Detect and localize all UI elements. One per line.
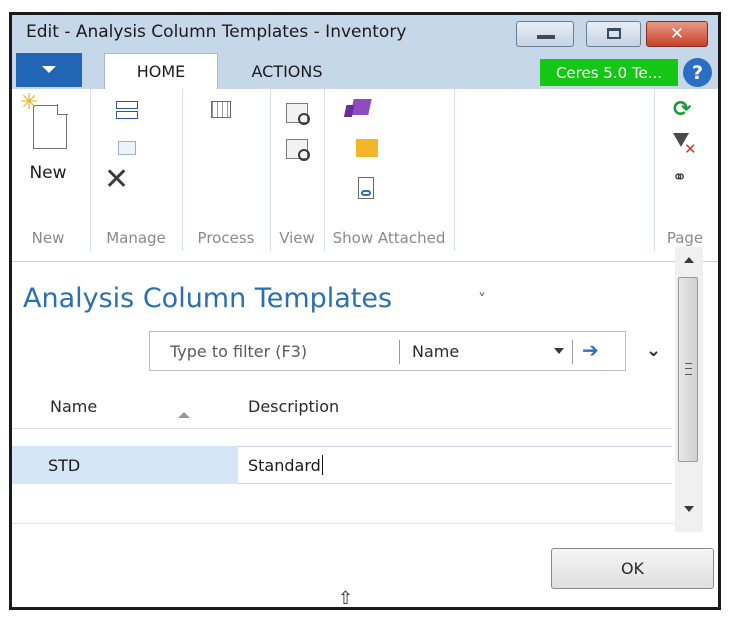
sort-ascending-icon (178, 412, 190, 418)
note-icon[interactable] (356, 139, 378, 157)
group-divider (654, 89, 655, 251)
cell-description[interactable]: Standard (238, 446, 672, 484)
view-icon[interactable] (286, 103, 310, 125)
expand-filter-icon[interactable]: ⌄ (646, 340, 661, 361)
refresh-icon[interactable]: ⟳ (673, 99, 691, 121)
new-star-icon: ✳ (20, 90, 39, 115)
process-grid-icon[interactable] (211, 101, 231, 118)
close-icon: ✕ (669, 24, 685, 44)
ok-button[interactable]: OK (551, 548, 714, 589)
column-header-name[interactable]: Name (50, 397, 97, 416)
edit-list-icon[interactable] (116, 101, 138, 109)
ribbon-group-manage: ✕ Manage (92, 89, 180, 261)
filter-divider (572, 340, 573, 364)
minimize-button[interactable] (516, 21, 574, 47)
cell-name[interactable]: STD (12, 446, 238, 484)
app-menu-button[interactable] (16, 53, 82, 87)
title-dropdown-icon[interactable]: ˅ (478, 290, 486, 309)
filter-bar: Name ➔ (149, 331, 626, 371)
ribbon-group-show-attached: Show Attached (326, 89, 452, 261)
tab-actions[interactable]: ACTIONS (232, 53, 342, 89)
help-icon[interactable]: ? (683, 58, 712, 87)
group-divider (182, 89, 183, 251)
grip-icon (685, 363, 692, 375)
ribbon-group-new: ✳ New New (16, 89, 80, 261)
cell-description-text: Standard (248, 455, 321, 475)
cell-name-text: STD (48, 455, 81, 475)
table-row[interactable]: STD Standard (12, 446, 672, 484)
window-title: Edit - Analysis Column Templates - Inven… (26, 22, 407, 42)
scroll-thumb[interactable] (678, 277, 698, 462)
ribbon-tab-row: HOME ACTIONS Ceres 5.0 Te... ? (12, 53, 718, 89)
minimize-icon (537, 35, 555, 39)
column-header-description[interactable]: Description (248, 397, 339, 416)
group-label-new: New (31, 229, 65, 247)
title-bar[interactable]: Edit - Analysis Column Templates - Inven… (12, 15, 718, 53)
group-divider (90, 89, 91, 251)
group-label-show-attached: Show Attached (332, 229, 446, 247)
filter-field-select[interactable]: Name (412, 342, 459, 361)
scroll-down-icon[interactable] (684, 506, 694, 512)
group-label-view: View (279, 229, 315, 247)
edit-icon[interactable] (118, 141, 136, 155)
vertical-scrollbar[interactable] (675, 247, 703, 532)
resize-arrow-icon: ⇧ (338, 588, 354, 609)
page-title: Analysis Column Templates (23, 283, 393, 314)
edit-list-icon-lower (116, 111, 138, 119)
go-arrow-icon[interactable]: ➔ (582, 338, 599, 362)
maximize-icon (607, 28, 621, 39)
search-input[interactable] (170, 332, 390, 370)
ribbon-group-view: View (272, 89, 322, 261)
group-divider (324, 89, 325, 251)
clear-filter-icon[interactable] (673, 133, 697, 158)
group-label-manage: Manage (106, 229, 166, 247)
maximize-button[interactable] (586, 21, 641, 47)
group-label-page: Page (666, 229, 704, 247)
chevron-down-icon[interactable] (554, 348, 564, 354)
text-cursor (321, 455, 324, 475)
link-icon[interactable] (358, 177, 374, 199)
group-label-process: Process (197, 229, 255, 247)
find-icon[interactable]: ⚭ (672, 169, 687, 187)
scroll-up-icon[interactable] (684, 257, 694, 263)
group-divider (454, 89, 455, 251)
edit-view-icon[interactable] (286, 139, 310, 161)
group-divider (270, 89, 271, 251)
filter-divider (399, 340, 400, 364)
dropdown-arrow-icon (42, 66, 56, 73)
content-divider (12, 523, 674, 524)
delete-icon[interactable]: ✕ (104, 165, 129, 195)
ribbon: ✳ New New ✕ Manage Process View Show Att… (12, 89, 718, 262)
new-document-icon[interactable]: ✳ (20, 90, 68, 149)
onenote-icon[interactable] (350, 99, 372, 115)
ribbon-group-process: Process (184, 89, 268, 261)
close-button[interactable]: ✕ (646, 21, 708, 47)
company-badge[interactable]: Ceres 5.0 Te... (540, 59, 678, 86)
tab-home[interactable]: HOME (104, 53, 218, 89)
header-divider (12, 428, 672, 429)
ribbon-group-page: ⟳ ⚭ Page (656, 89, 714, 261)
new-button-label[interactable]: New (16, 163, 80, 183)
